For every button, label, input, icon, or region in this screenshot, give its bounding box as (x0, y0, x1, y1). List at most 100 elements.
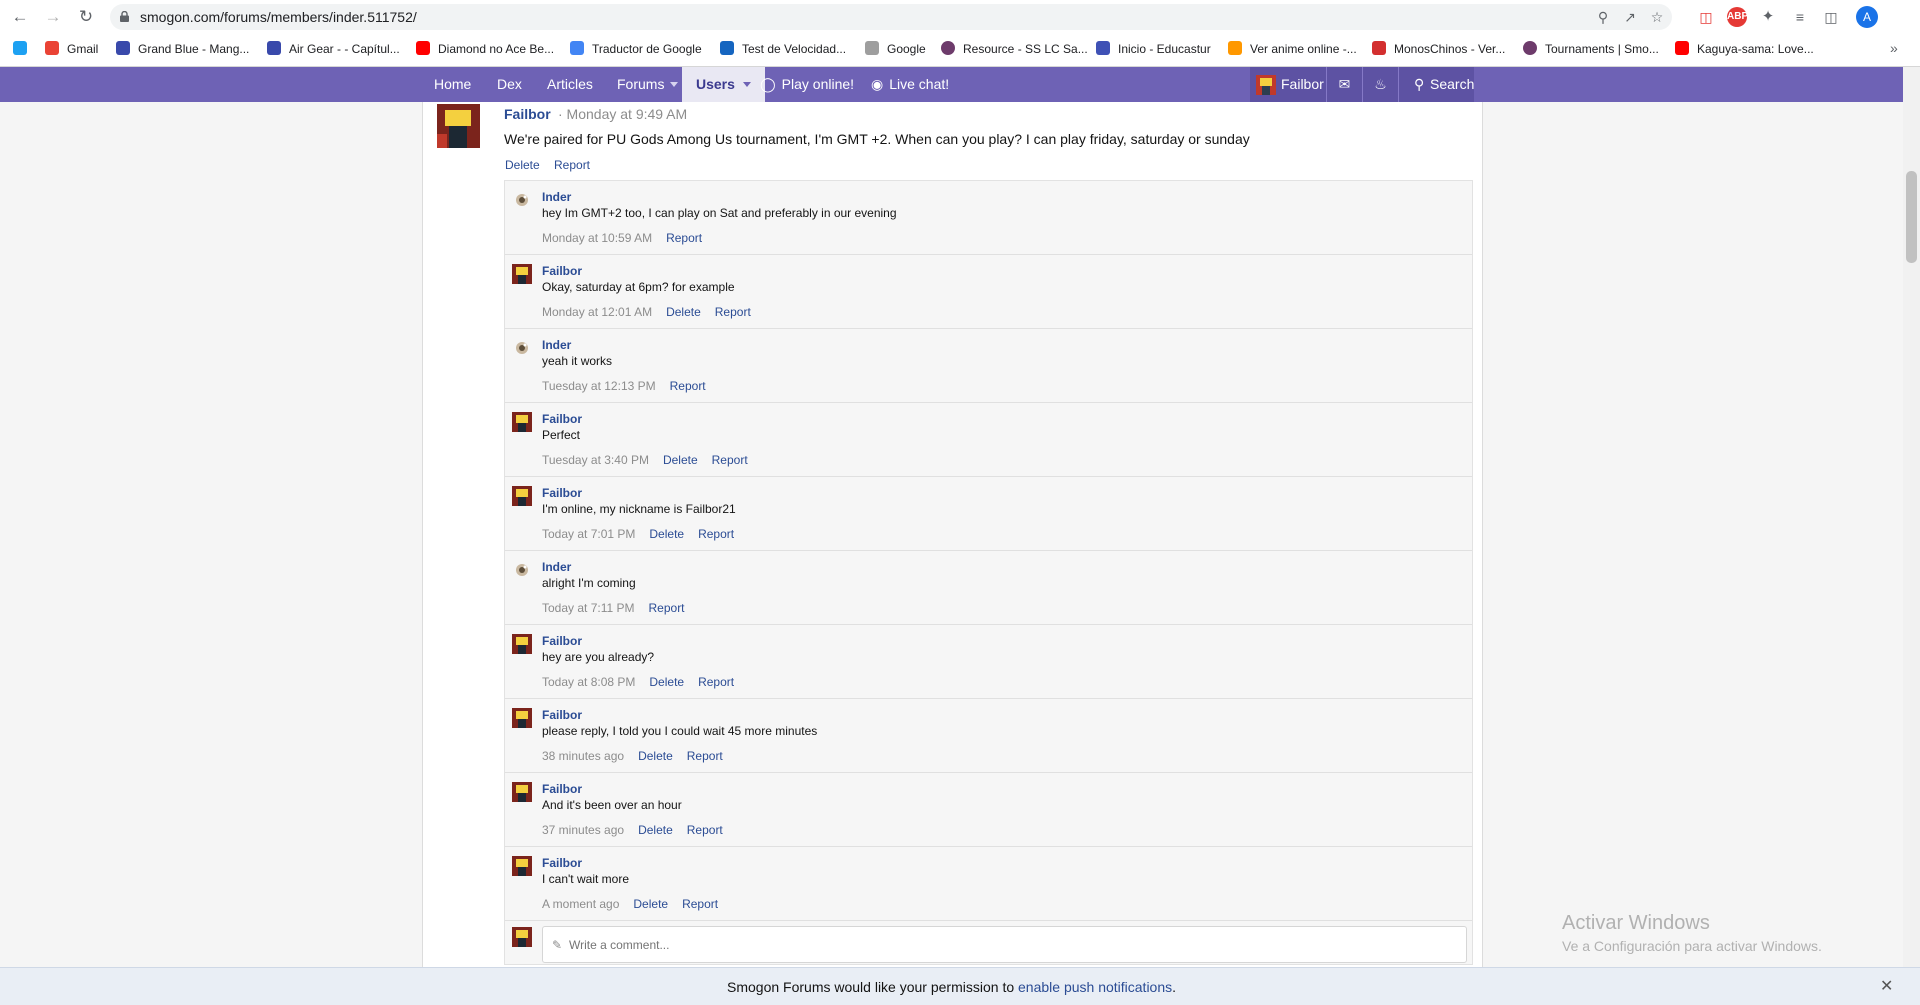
address-bar[interactable]: smogon.com/forums/members/inder.511752/ … (110, 4, 1672, 30)
reading-list-icon[interactable]: ≡ (1790, 7, 1810, 27)
enable-push-link[interactable]: enable push notifications (1018, 979, 1172, 995)
comment-avatar[interactable] (512, 782, 532, 802)
bookmark-8[interactable]: Inicio - Educastur (1096, 40, 1211, 58)
scrollbar-thumb[interactable] (1906, 171, 1917, 263)
comment-author[interactable]: Failbor (542, 264, 582, 278)
post-timestamp[interactable]: · Monday at 9:49 AM (558, 106, 687, 122)
comment-report-link[interactable]: Report (698, 675, 734, 689)
post-author[interactable]: Failbor (504, 106, 551, 122)
forward-icon[interactable]: → (42, 6, 64, 28)
comment-author[interactable]: Inder (542, 190, 571, 204)
nav-live-chat[interactable]: ◉ Live chat! (871, 67, 949, 102)
nav-dex[interactable]: Dex (497, 67, 522, 102)
comment-avatar[interactable] (512, 486, 532, 506)
post-report-link[interactable]: Report (554, 158, 590, 172)
close-icon[interactable]: ✕ (1880, 976, 1893, 996)
google-icon (865, 41, 879, 55)
bookmark-9[interactable]: Ver anime online -... (1228, 40, 1357, 58)
extension-shield-icon[interactable]: ◫ (1696, 7, 1716, 27)
comment-timestamp[interactable]: Tuesday at 3:40 PM (542, 453, 649, 467)
comment-report-link[interactable]: Report (712, 453, 748, 467)
nav-home[interactable]: Home (434, 67, 471, 102)
reload-icon[interactable]: ↻ (75, 6, 97, 28)
nav-account[interactable]: Failbor (1250, 67, 1326, 102)
comment-timestamp[interactable]: Tuesday at 12:13 PM (542, 379, 656, 393)
comment-delete-link[interactable]: Delete (638, 749, 673, 763)
extensions-puzzle-icon[interactable]: ✦ (1758, 7, 1778, 27)
comment-author[interactable]: Failbor (542, 856, 582, 870)
more-bookmarks-icon[interactable]: » (1890, 40, 1898, 56)
comment-timestamp[interactable]: 38 minutes ago (542, 749, 624, 763)
comment-delete-link[interactable]: Delete (633, 897, 668, 911)
comment-delete-link[interactable]: Delete (649, 675, 684, 689)
nav-forums[interactable]: Forums (617, 67, 679, 102)
bookmark-12[interactable]: Kaguya-sama: Love... (1675, 40, 1814, 58)
back-icon[interactable]: ← (9, 6, 31, 28)
nav-users[interactable]: Users (682, 67, 765, 102)
comment-timestamp[interactable]: Today at 7:11 PM (542, 601, 635, 615)
comment-input[interactable] (542, 926, 1467, 963)
comment-text: I can't wait more (542, 872, 629, 886)
share-icon[interactable]: ↗ (1621, 8, 1639, 26)
bookmark-star-icon[interactable]: ☆ (1648, 8, 1666, 26)
nav-search[interactable]: ⚲ Search (1399, 67, 1474, 102)
comment-author[interactable]: Failbor (542, 486, 582, 500)
comment-report-link[interactable]: Report (666, 231, 702, 245)
bookmark-twitter[interactable] (13, 40, 27, 58)
comment-report-link[interactable]: Report (682, 897, 718, 911)
comment-delete-link[interactable]: Delete (666, 305, 701, 319)
comment-author[interactable]: Failbor (542, 708, 582, 722)
comment-avatar[interactable] (512, 634, 532, 654)
inbox-icon[interactable]: ✉ (1327, 67, 1362, 102)
comment-author[interactable]: Failbor (542, 782, 582, 796)
nav-articles[interactable]: Articles (547, 67, 593, 102)
comment-report-link[interactable]: Report (698, 527, 734, 541)
zoom-icon[interactable]: ⚲ (1594, 8, 1612, 26)
nav-play-online[interactable]: ◯ Play online! (760, 67, 854, 102)
comment-timestamp[interactable]: A moment ago (542, 897, 619, 911)
comment-report-link[interactable]: Report (670, 379, 706, 393)
comment-timestamp[interactable]: Monday at 12:01 AM (542, 305, 652, 319)
comment-delete-link[interactable]: Delete (638, 823, 673, 837)
adblock-icon[interactable]: ABP (1727, 7, 1748, 27)
comment-text: I'm online, my nickname is Failbor21 (542, 502, 736, 516)
comment-report-link[interactable]: Report (687, 823, 723, 837)
comment-report-link[interactable]: Report (687, 749, 723, 763)
comment-report-link[interactable]: Report (649, 601, 685, 615)
bell-icon[interactable]: ♨ (1363, 67, 1398, 102)
bookmark-10[interactable]: MonosChinos - Ver... (1372, 40, 1505, 58)
comment-timestamp[interactable]: Today at 7:01 PM (542, 527, 635, 541)
post-avatar[interactable] (437, 104, 480, 148)
bookmark-0[interactable]: Gmail (45, 40, 98, 58)
profile-avatar[interactable]: A (1856, 6, 1878, 28)
post-delete-link[interactable]: Delete (505, 158, 540, 172)
comment-report-link[interactable]: Report (715, 305, 751, 319)
bookmark-7[interactable]: Resource - SS LC Sa... (941, 40, 1088, 58)
comment-avatar[interactable] (512, 264, 532, 284)
comment-author[interactable]: Failbor (542, 412, 582, 426)
bookmark-2[interactable]: Air Gear - - Capítul... (267, 40, 400, 58)
bookmark-6[interactable]: Google (865, 40, 926, 58)
bookmark-11[interactable]: Tournaments | Smo... (1523, 40, 1659, 58)
comment-delete-link[interactable]: Delete (649, 527, 684, 541)
comment-timestamp[interactable]: 37 minutes ago (542, 823, 624, 837)
bookmark-4[interactable]: Traductor de Google (570, 40, 702, 58)
bookmark-1[interactable]: Grand Blue - Mang... (116, 40, 249, 58)
comment-avatar[interactable] (512, 338, 532, 358)
comment-author[interactable]: Inder (542, 560, 571, 574)
page-scrollbar[interactable] (1903, 67, 1920, 967)
comment-delete-link[interactable]: Delete (663, 453, 698, 467)
comment-timestamp[interactable]: Today at 8:08 PM (542, 675, 635, 689)
comment-avatar[interactable] (512, 708, 532, 728)
comment-avatar[interactable] (512, 856, 532, 876)
comment-author[interactable]: Inder (542, 338, 571, 352)
comment-author[interactable]: Failbor (542, 634, 582, 648)
comment-avatar[interactable] (512, 560, 532, 580)
browser-toolbar: ← → ↻ smogon.com/forums/members/inder.51… (0, 0, 1920, 34)
comment-avatar[interactable] (512, 412, 532, 432)
comment-timestamp[interactable]: Monday at 10:59 AM (542, 231, 652, 245)
bookmark-3[interactable]: Diamond no Ace Be... (416, 40, 554, 58)
comment-avatar[interactable] (512, 190, 532, 210)
bookmark-5[interactable]: Test de Velocidad... (720, 40, 846, 58)
side-panel-icon[interactable]: ◫ (1821, 7, 1841, 27)
